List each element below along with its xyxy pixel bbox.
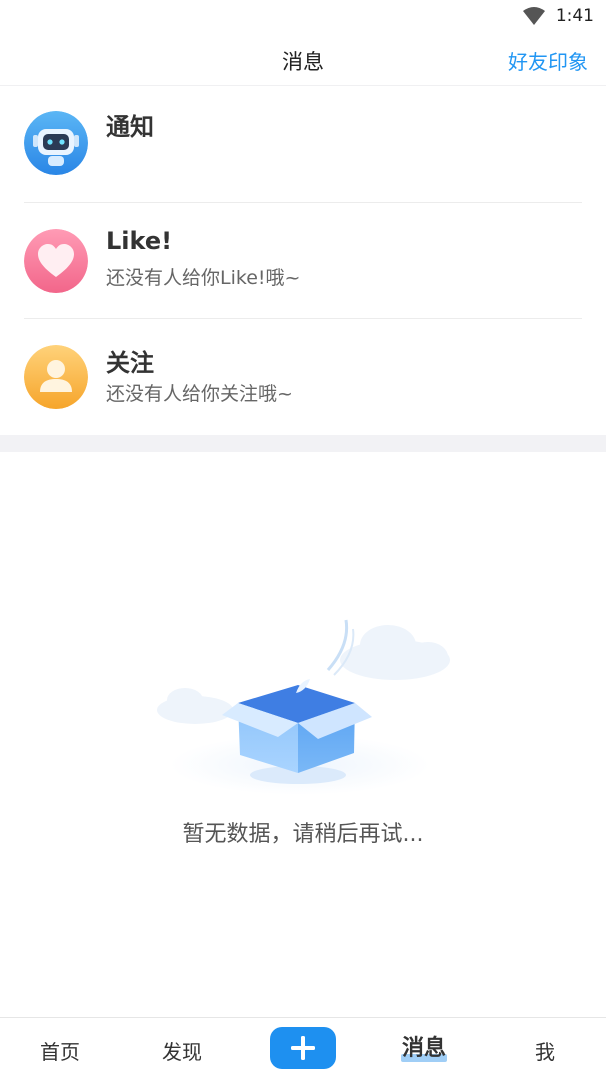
message-title: Like! xyxy=(106,227,173,255)
status-right: 1:41 xyxy=(522,6,594,26)
heart-avatar-icon xyxy=(24,229,88,293)
header: 消息 好友印象 xyxy=(0,34,606,86)
nav-me[interactable]: 我 xyxy=(535,1036,555,1065)
status-bar: 1:41 xyxy=(0,0,606,34)
robot-avatar-icon xyxy=(24,111,88,175)
nav-messages[interactable]: 消息 xyxy=(402,1030,446,1062)
plus-icon xyxy=(291,1036,315,1060)
nav-discover[interactable]: 发现 xyxy=(162,1036,202,1065)
message-item-like[interactable]: Like! 还没有人给你Like!哦~ xyxy=(24,203,582,319)
message-item-follow[interactable]: 关注 还没有人给你关注哦~ xyxy=(24,319,582,435)
message-item-notification[interactable]: 通知 xyxy=(24,87,582,203)
message-title: 通知 xyxy=(106,113,154,141)
message-subtitle: 还没有人给你关注哦~ xyxy=(106,383,293,405)
message-list: 通知 Like! 还没有人给你Like!哦~ 关注 还没有人给你关注哦~ xyxy=(0,87,606,435)
empty-box-icon xyxy=(157,619,450,795)
add-button[interactable] xyxy=(270,1027,336,1069)
nav-home[interactable]: 首页 xyxy=(40,1036,80,1065)
wifi-icon xyxy=(522,7,545,25)
empty-state-text: 暂无数据，请稍后再试... xyxy=(182,822,424,847)
section-divider xyxy=(0,435,606,452)
status-time: 1:41 xyxy=(555,6,594,26)
message-subtitle: 还没有人给你Like!哦~ xyxy=(106,267,301,289)
person-avatar-icon xyxy=(24,345,88,409)
friend-impression-link[interactable]: 好友印象 xyxy=(508,46,588,75)
bottom-nav: 首页 发现 消息 我 xyxy=(0,1017,606,1080)
message-title: 关注 xyxy=(106,349,154,377)
